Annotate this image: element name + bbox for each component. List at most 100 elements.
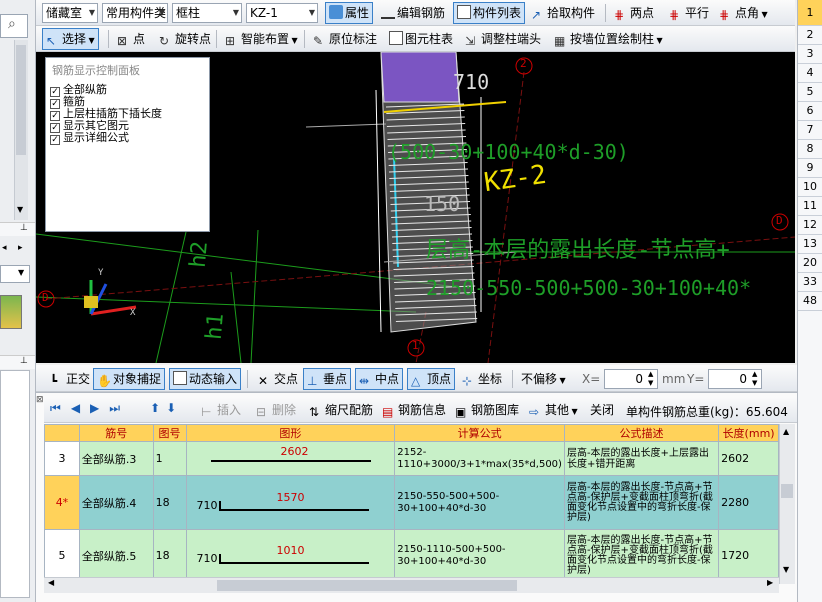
rebar-name-cell[interactable]: 全部纵筋.5 bbox=[78, 529, 154, 582]
point-button[interactable]: ⊠ 点 bbox=[113, 28, 149, 50]
table-row[interactable]: 5 全部纵筋.5 18 710 1010 2150-1110-500+500-30… bbox=[44, 529, 779, 582]
chevron-left-icon[interactable]: ◂ bbox=[2, 243, 7, 253]
figure-no-cell[interactable]: 18 bbox=[152, 475, 187, 530]
length-cell[interactable]: 2602 bbox=[718, 441, 779, 476]
properties-button[interactable]: 属性 bbox=[325, 2, 374, 24]
two-points-button[interactable]: ⋕ 两点 bbox=[610, 2, 658, 24]
collapse-icon[interactable]: ⊠ bbox=[36, 395, 44, 405]
column-header[interactable]: 计算公式 bbox=[394, 424, 565, 442]
close-button[interactable]: 关闭 bbox=[586, 399, 618, 421]
column-header[interactable]: 筋号 bbox=[78, 424, 154, 442]
offset-select[interactable]: 不偏移 ▼ bbox=[517, 368, 570, 390]
component-list-button[interactable]: 构件列表 bbox=[453, 2, 526, 24]
row-number[interactable]: 4 bbox=[798, 64, 822, 83]
category-select[interactable]: 常用构件类 ▼ bbox=[102, 3, 168, 23]
description-cell[interactable]: 层高-本层的露出长度+上层露出长度+错开距离 bbox=[563, 441, 720, 476]
draw-by-wall-button[interactable]: ▦ 按墙位置绘制柱 ▼ bbox=[550, 28, 667, 50]
length-cell[interactable]: 2280 bbox=[718, 475, 779, 530]
point-angle-button[interactable]: ⋕ 点角 ▼ bbox=[715, 2, 772, 24]
search-icon[interactable]: ⌕ bbox=[8, 16, 16, 32]
ortho-button[interactable]: ┗ 正交 bbox=[46, 368, 94, 390]
pin-icon[interactable]: ⊥ bbox=[20, 356, 28, 366]
column-header[interactable]: 长度(mm) bbox=[718, 424, 779, 442]
row-number[interactable]: 7 bbox=[798, 121, 822, 140]
floor-select[interactable]: 储藏室 ▼ bbox=[42, 3, 98, 23]
next-record-icon[interactable]: ▶ bbox=[90, 401, 109, 415]
scroll-left-icon[interactable]: ◀ bbox=[48, 578, 54, 587]
table-row[interactable]: 3 全部纵筋.3 1 2602 2152-1110+3000/3+1*max(3… bbox=[44, 441, 779, 476]
length-cell[interactable]: 1720 bbox=[718, 529, 779, 582]
insert-button[interactable]: ⊢ 插入 bbox=[197, 399, 245, 421]
grid-vertical-scrollbar[interactable] bbox=[779, 424, 795, 584]
smart-layout-button[interactable]: ⊞ 智能布置 ▼ bbox=[221, 28, 302, 50]
first-record-icon[interactable]: ⏮ bbox=[50, 401, 71, 415]
cad-viewport[interactable]: 710 2 1 D D (500-30+100+40*d-30) KZ-2 15… bbox=[36, 52, 795, 363]
checkbox-icon[interactable]: ✓ bbox=[50, 111, 60, 121]
midpoint-button[interactable]: ⇹ 中点 bbox=[355, 368, 404, 390]
row-number[interactable]: 20 bbox=[798, 254, 822, 273]
column-header[interactable] bbox=[44, 424, 80, 442]
scroll-down-icon[interactable]: ▼ bbox=[783, 565, 789, 574]
scroll-up-icon[interactable]: ▲ bbox=[783, 427, 789, 436]
parallel-button[interactable]: ⋕ 平行 bbox=[665, 2, 713, 24]
row-number[interactable]: 33 bbox=[798, 273, 822, 292]
chevron-right-icon[interactable]: ▸ bbox=[18, 243, 23, 253]
shape-cell[interactable]: 710 1570 bbox=[185, 475, 396, 530]
rebar-name-cell[interactable]: 全部纵筋.4 bbox=[78, 475, 154, 530]
column-table-button[interactable]: 图元柱表 bbox=[385, 28, 457, 50]
rebar-library-button[interactable]: ▣ 钢筋图库 bbox=[451, 399, 523, 421]
left-combo[interactable] bbox=[0, 265, 30, 283]
rebar-info-button[interactable]: ▤ 钢筋信息 bbox=[378, 399, 450, 421]
perpendicular-button[interactable]: ⊥ 垂点 bbox=[303, 368, 352, 390]
select-button[interactable]: ↖ 选择 ▼ bbox=[42, 28, 99, 50]
scroll-right-icon[interactable]: ▶ bbox=[767, 578, 773, 587]
row-number[interactable]: 9 bbox=[798, 159, 822, 178]
checkbox-icon[interactable]: ✓ bbox=[50, 135, 60, 145]
left-scrollbar-thumb[interactable] bbox=[16, 45, 26, 155]
table-row-selected[interactable]: 4* 全部纵筋.4 18 710 1570 2150-550-500+500-30… bbox=[44, 475, 779, 530]
pin-icon[interactable]: ⊥ bbox=[20, 223, 28, 233]
figure-no-cell[interactable]: 1 bbox=[152, 441, 187, 476]
edit-rebar-button[interactable]: 编辑钢筋 bbox=[377, 2, 449, 24]
row-number[interactable]: 3 bbox=[798, 45, 822, 64]
description-cell[interactable]: 层高-本层的露出长度-节点高+节点高-保护层+变截面柱顶弯折(截面变化节点设置中… bbox=[563, 475, 720, 530]
x-spinner-icon[interactable]: ▲ ▼ bbox=[648, 370, 653, 388]
row-number[interactable]: 5 bbox=[798, 83, 822, 102]
delete-button[interactable]: ⊟ 删除 bbox=[252, 399, 300, 421]
column-header[interactable]: 图号 bbox=[152, 424, 187, 442]
row-number[interactable]: 8 bbox=[798, 140, 822, 159]
vertex-button[interactable]: △ 顶点 bbox=[407, 368, 456, 390]
description-cell[interactable]: 层高-本层的露出长度-节点高+节点高-保护层+变截面柱顶弯折(截面变化节点设置中… bbox=[563, 529, 720, 582]
checkbox-icon[interactable]: ✓ bbox=[50, 99, 60, 109]
row-number[interactable]: 6 bbox=[798, 102, 822, 121]
pick-component-button[interactable]: ↗ 拾取构件 bbox=[527, 2, 599, 24]
row-number[interactable]: 10 bbox=[798, 178, 822, 197]
object-snap-button[interactable]: ✋对象捕捉 bbox=[93, 368, 166, 390]
row-index[interactable]: 3 bbox=[44, 441, 80, 476]
adjust-column-end-button[interactable]: ⇲ 调整柱端头 bbox=[461, 28, 545, 50]
record-nav[interactable]: ⏮◀▶⏭ bbox=[50, 401, 130, 416]
row-number[interactable]: 11 bbox=[798, 197, 822, 216]
rotate-point-button[interactable]: ↻ 旋转点 bbox=[155, 28, 215, 50]
row-number[interactable]: 1 bbox=[798, 0, 822, 26]
formula-cell[interactable]: 2150-1110-500+500-30+100+40*d-30 bbox=[394, 529, 565, 582]
grid-horizontal-scrollbar-thumb[interactable] bbox=[217, 580, 517, 591]
row-index[interactable]: 5 bbox=[44, 529, 80, 582]
column-header[interactable]: 公式描述 bbox=[563, 424, 720, 442]
last-record-icon[interactable]: ⏭ bbox=[109, 401, 130, 415]
shape-cell[interactable]: 2602 bbox=[185, 441, 396, 476]
dynamic-input-button[interactable]: 动态输入 bbox=[169, 368, 242, 390]
checkbox-detailed-formula[interactable]: ✓ 显示详细公式 bbox=[50, 132, 205, 145]
row-number[interactable]: 2 bbox=[798, 26, 822, 45]
figure-no-cell[interactable]: 18 bbox=[152, 529, 187, 582]
row-index[interactable]: 4* bbox=[44, 475, 80, 530]
component-select[interactable]: KZ-1 ▼ bbox=[246, 3, 318, 23]
coordinate-button[interactable]: ⊹ 坐标 bbox=[458, 368, 506, 390]
row-number[interactable]: 12 bbox=[798, 216, 822, 235]
in-place-label-button[interactable]: ✎ 原位标注 bbox=[309, 28, 381, 50]
move-nav[interactable]: ⬆⬇ bbox=[150, 401, 182, 415]
chevron-down-icon[interactable]: ▼ bbox=[17, 205, 23, 214]
move-down-icon[interactable]: ⬇ bbox=[166, 401, 182, 415]
other-button[interactable]: ⇨ 其他 ▼ bbox=[525, 399, 582, 421]
move-up-icon[interactable]: ⬆ bbox=[150, 401, 166, 415]
